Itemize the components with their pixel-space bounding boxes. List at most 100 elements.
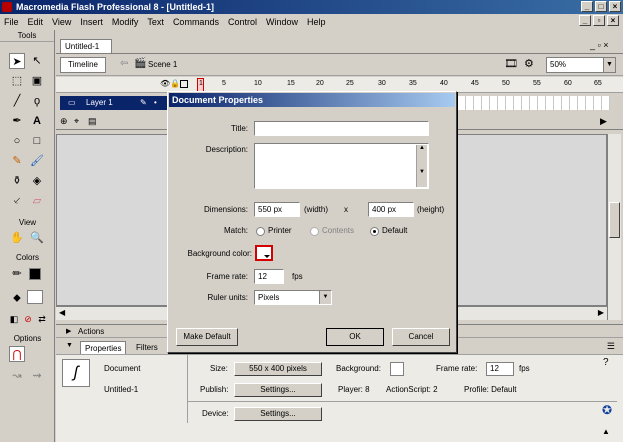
edit-scene-icon[interactable]: 🎞 xyxy=(504,57,518,70)
snap-magnet-icon[interactable]: ⋂ xyxy=(9,346,25,362)
collapse-arrow-icon[interactable]: ▼ xyxy=(66,342,73,349)
frame-rate-field[interactable]: 12 xyxy=(254,269,284,284)
edit-symbols-icon[interactable]: ⚙ xyxy=(524,57,534,70)
ok-button[interactable]: OK xyxy=(326,328,384,346)
flash-document-icon: ʃ xyxy=(62,359,90,387)
lock-icon[interactable]: 🔒 xyxy=(170,79,180,88)
menu-view[interactable]: View xyxy=(52,17,71,27)
doc-close-button[interactable]: × xyxy=(607,15,619,26)
menu-edit[interactable]: Edit xyxy=(28,17,44,27)
stroke-color-icon[interactable]: ✏ xyxy=(9,266,25,282)
frame-num-45: 45 xyxy=(471,80,479,87)
selection-tool-icon[interactable]: ➤ xyxy=(9,53,25,69)
chevron-down-icon[interactable]: ▼ xyxy=(603,58,615,72)
swap-colors-icon[interactable]: ⇄ xyxy=(34,311,50,327)
timeline-toggle-button[interactable]: Timeline xyxy=(60,57,106,73)
timeline-scroll-right-icon[interactable]: ▶ xyxy=(600,116,607,127)
doc-restore-button[interactable]: ▫ xyxy=(593,15,605,26)
zoom-select[interactable]: 50% ▼ xyxy=(546,57,616,73)
subselection-tool-icon[interactable]: ↖ xyxy=(29,53,45,69)
height-field[interactable]: 400 px xyxy=(368,202,414,217)
collapse-panel-icon[interactable]: ▲ xyxy=(602,427,610,436)
match-default-radio[interactable] xyxy=(370,227,379,236)
pen-tool-icon[interactable]: ✒ xyxy=(9,113,25,129)
eyedropper-tool-icon[interactable]: ⸔ xyxy=(9,193,25,209)
straighten-icon[interactable]: ⇝ xyxy=(29,368,45,384)
layer-row[interactable]: ▭ Layer 1 ✎ • xyxy=(60,96,170,110)
menu-file[interactable]: File xyxy=(4,17,19,27)
frame-num-25: 25 xyxy=(346,80,354,87)
zoom-tool-icon[interactable]: 🔍 xyxy=(29,230,45,246)
add-folder-icon[interactable]: ▤ xyxy=(88,116,97,127)
expand-arrow-icon[interactable]: ▶ xyxy=(66,325,71,338)
frame-num-30: 30 xyxy=(378,80,386,87)
size-button[interactable]: 550 x 400 pixels xyxy=(234,362,322,376)
eraser-tool-icon[interactable]: ▱ xyxy=(29,193,45,209)
brush-tool-icon[interactable]: 🖌 xyxy=(29,153,45,169)
add-guide-icon[interactable]: ⌖ xyxy=(74,116,79,127)
menu-help[interactable]: Help xyxy=(307,17,326,27)
background-color-swatch[interactable] xyxy=(390,362,404,376)
stroke-color-swatch[interactable] xyxy=(29,268,41,280)
document-tab[interactable]: Untitled-1 xyxy=(60,39,112,53)
frame-rate-label: Frame rate: xyxy=(436,364,478,373)
lasso-tool-icon[interactable]: ϙ xyxy=(29,93,45,109)
dialog-title: Document Properties xyxy=(169,93,455,107)
match-printer-label: Printer xyxy=(268,226,292,235)
device-settings-button[interactable]: Settings... xyxy=(234,407,322,421)
publish-settings-button[interactable]: Settings... xyxy=(234,383,322,397)
description-field[interactable] xyxy=(254,143,429,189)
vertical-scrollbar[interactable] xyxy=(607,134,621,320)
background-color-picker[interactable] xyxy=(255,245,273,261)
hand-tool-icon[interactable]: ✋ xyxy=(9,230,25,246)
gradient-transform-tool-icon[interactable]: ▣ xyxy=(29,73,45,89)
title-field[interactable] xyxy=(254,121,429,136)
scroll-left-icon[interactable]: ◀ xyxy=(59,308,65,317)
description-scrollbar[interactable]: ▲ ▼ xyxy=(416,145,427,187)
free-transform-tool-icon[interactable]: ⬚ xyxy=(9,73,25,89)
match-printer-radio[interactable] xyxy=(256,227,265,236)
frame-num-65: 65 xyxy=(594,80,602,87)
tab-filters[interactable]: Filters xyxy=(132,341,162,354)
tab-properties[interactable]: Properties xyxy=(80,341,127,354)
help-icon[interactable]: ? xyxy=(603,357,609,368)
close-button[interactable]: × xyxy=(609,1,621,12)
eye-icon[interactable]: 👁 xyxy=(160,79,170,88)
frame-rate-field[interactable]: 12 xyxy=(486,362,514,376)
menu-insert[interactable]: Insert xyxy=(80,17,103,27)
ink-bottle-tool-icon[interactable]: ⚱ xyxy=(9,173,25,189)
outline-icon[interactable] xyxy=(180,80,188,88)
line-tool-icon[interactable]: ╱ xyxy=(9,93,25,109)
text-tool-icon[interactable]: A xyxy=(29,113,45,129)
minimize-button[interactable]: _ xyxy=(581,1,593,12)
maximize-button[interactable]: □ xyxy=(595,1,607,12)
rectangle-tool-icon[interactable]: □ xyxy=(29,133,45,149)
panel-menu-icon[interactable]: ☰ xyxy=(607,341,615,352)
pencil-tool-icon[interactable]: ✎ xyxy=(9,153,25,169)
doc-window-controls[interactable]: _ ▫ × xyxy=(590,40,608,50)
ruler-units-select[interactable]: Pixels ▼ xyxy=(254,290,332,305)
chevron-down-icon[interactable]: ▼ xyxy=(319,291,331,304)
cancel-button[interactable]: Cancel xyxy=(392,328,450,346)
scroll-right-icon[interactable]: ▶ xyxy=(598,308,604,317)
width-field[interactable]: 550 px xyxy=(254,202,300,217)
paint-bucket-tool-icon[interactable]: ◈ xyxy=(29,173,45,189)
match-contents-radio xyxy=(310,227,319,236)
size-label: Size: xyxy=(210,364,228,373)
add-layer-icon[interactable]: ⊕ xyxy=(60,116,68,127)
smooth-icon[interactable]: ↝ xyxy=(9,368,25,384)
vertical-scroll-thumb[interactable] xyxy=(609,202,620,238)
menu-window[interactable]: Window xyxy=(266,17,298,27)
menu-commands[interactable]: Commands xyxy=(173,17,219,27)
doc-minimize-button[interactable]: _ xyxy=(579,15,591,26)
menu-modify[interactable]: Modify xyxy=(112,17,139,27)
make-default-button[interactable]: Make Default xyxy=(176,328,238,346)
fps-label: fps xyxy=(519,364,530,373)
menu-control[interactable]: Control xyxy=(228,17,257,27)
accessibility-icon[interactable]: ✪ xyxy=(602,403,612,417)
back-arrow-icon[interactable]: ⇦ xyxy=(120,58,128,69)
menu-text[interactable]: Text xyxy=(147,17,164,27)
fill-color-icon[interactable]: ⬥ xyxy=(9,290,25,306)
fill-color-swatch[interactable] xyxy=(27,290,43,304)
oval-tool-icon[interactable]: ○ xyxy=(9,133,25,149)
